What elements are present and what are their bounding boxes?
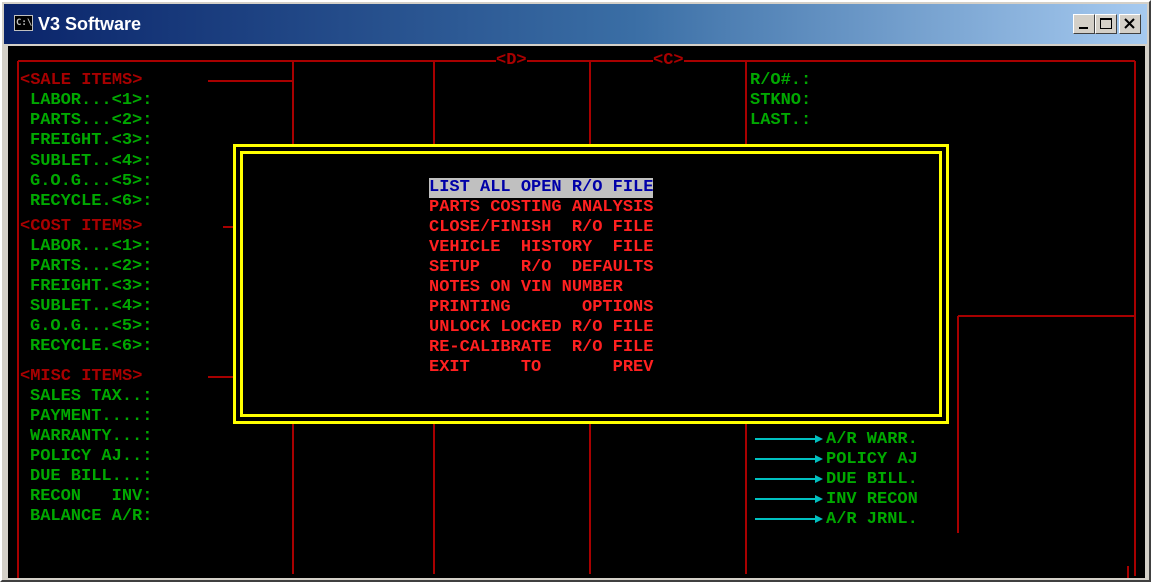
close-button[interactable]: [1119, 14, 1141, 34]
menu-item-parts-costing[interactable]: PARTS COSTING ANALYSIS: [429, 198, 653, 218]
cost-parts-label: PARTS...<2>:: [30, 257, 153, 276]
sale-freight-label: FREIGHT.<3>:: [30, 131, 153, 150]
misc-items-header: <MISC ITEMS>: [20, 367, 143, 387]
menu-item-printing-options[interactable]: PRINTING OPTIONS: [429, 298, 653, 318]
last-label: LAST.:: [750, 111, 812, 130]
column-c-label: <C>: [653, 51, 684, 71]
console-area[interactable]: <D> <C> <SALE ITEMS> LABOR...<1>: PARTS.…: [8, 46, 1145, 578]
console-icon[interactable]: C:\: [14, 15, 33, 31]
cost-gog-label: G.O.G...<5>:: [30, 317, 153, 336]
ro-number-label: R/O#.:: [750, 71, 812, 90]
warranty-label: WARRANTY...:: [30, 427, 153, 446]
maximize-button[interactable]: [1095, 14, 1117, 34]
menu-item-list-open-ro[interactable]: LIST ALL OPEN R/O FILE: [429, 178, 654, 198]
menu-item-exit[interactable]: EXIT TO PREV: [429, 358, 653, 378]
menu-item-recalibrate[interactable]: RE-CALIBRATE R/O FILE: [429, 338, 653, 358]
journal-due-bill: DUE BILL.: [826, 470, 918, 489]
console-window: C:\ V3 Software <D> <C> <SALE ITEMS> LAB…: [0, 0, 1151, 582]
menu-item-unlock-file[interactable]: UNLOCK LOCKED R/O FILE: [429, 318, 653, 338]
journal-ar-warr: A/R WARR.: [826, 430, 918, 449]
minimize-icon: [1079, 27, 1088, 29]
title-bar[interactable]: C:\ V3 Software: [4, 4, 1147, 44]
recon-inv-label: RECON INV:: [30, 487, 153, 506]
payment-label: PAYMENT....:: [30, 407, 153, 426]
journal-inv-recon: INV RECON: [826, 490, 918, 509]
sale-labor-label: LABOR...<1>:: [30, 91, 153, 110]
journal-arrows: [755, 435, 823, 523]
journal-policy-aj: POLICY AJ: [826, 450, 918, 469]
menu-item-setup-defaults[interactable]: SETUP R/O DEFAULTS: [429, 258, 653, 278]
balance-ar-label: BALANCE A/R:: [30, 507, 153, 526]
cost-freight-label: FREIGHT.<3>:: [30, 277, 153, 296]
window-title: V3 Software: [38, 14, 142, 34]
menu-dialog: LIST ALL OPEN R/O FILE PARTS COSTING ANA…: [233, 144, 949, 424]
menu-item-notes-vin[interactable]: NOTES ON VIN NUMBER: [429, 278, 623, 298]
column-d-label: <D>: [496, 51, 527, 71]
menu-item-close-finish[interactable]: CLOSE/FINISH R/O FILE: [429, 218, 653, 238]
policy-aj-label: POLICY AJ..:: [30, 447, 153, 466]
sale-parts-label: PARTS...<2>:: [30, 111, 153, 130]
sale-items-header: <SALE ITEMS>: [20, 71, 143, 91]
cost-recycle-label: RECYCLE.<6>:: [30, 337, 153, 356]
journal-ar-jrnl: A/R JRNL.: [826, 510, 918, 529]
cost-labor-label: LABOR...<1>:: [30, 237, 153, 256]
sales-tax-label: SALES TAX..:: [30, 387, 153, 406]
cost-items-header: <COST ITEMS>: [20, 217, 143, 237]
close-icon: [1124, 18, 1135, 29]
due-bill-label: DUE BILL...:: [30, 467, 153, 486]
minimize-button[interactable]: [1073, 14, 1095, 34]
sale-recycle-label: RECYCLE.<6>:: [30, 192, 153, 211]
menu-item-vehicle-history[interactable]: VEHICLE HISTORY FILE: [429, 238, 653, 258]
cost-sublet-label: SUBLET..<4>:: [30, 297, 153, 316]
stock-number-label: STKNO:: [750, 91, 812, 110]
sale-sublet-label: SUBLET..<4>:: [30, 152, 153, 171]
maximize-icon: [1100, 18, 1112, 29]
sale-gog-label: G.O.G...<5>:: [30, 172, 153, 191]
